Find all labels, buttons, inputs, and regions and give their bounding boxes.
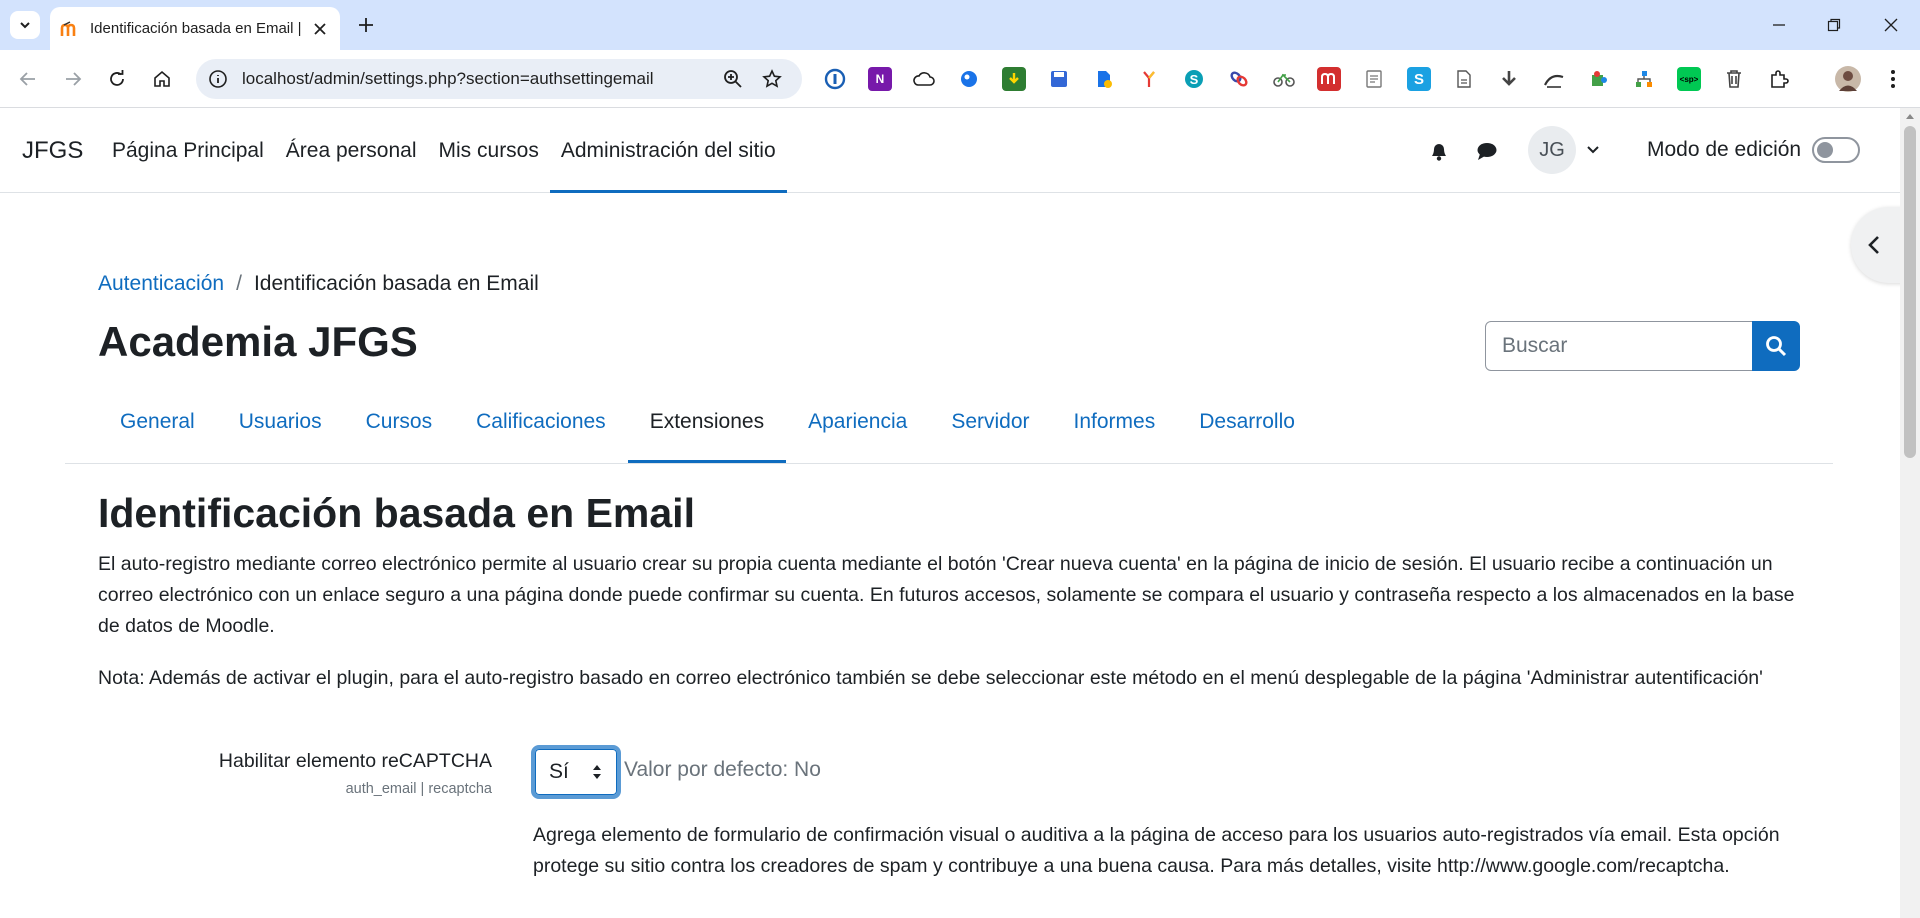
plugin-note: Nota: Además de activar el plugin, para …	[98, 667, 1763, 689]
nav-divider	[65, 463, 1833, 464]
profile-avatar-icon[interactable]	[1835, 66, 1861, 92]
minimize-icon[interactable]	[1764, 12, 1794, 38]
chevron-down-icon	[20, 22, 30, 29]
recaptcha-select[interactable]: Sí	[531, 745, 621, 799]
tab-general[interactable]: General	[98, 397, 217, 447]
reload-icon[interactable]	[103, 65, 131, 93]
reader-icon[interactable]	[1542, 67, 1566, 91]
breadcrumb-separator: /	[236, 272, 242, 295]
notes-icon[interactable]	[1362, 67, 1386, 91]
breadcrumb-link[interactable]: Autenticación	[98, 272, 224, 296]
back-icon[interactable]	[14, 65, 42, 93]
tab-server[interactable]: Servidor	[929, 397, 1051, 447]
onenote-icon[interactable]: N	[868, 67, 892, 91]
breadcrumb: Autenticación / Identificación basada en…	[98, 272, 539, 296]
nav-item-site-admin[interactable]: Administración del sitio	[549, 108, 787, 193]
select-arrows-icon	[593, 765, 601, 779]
chevron-left-icon	[1868, 236, 1879, 254]
s-square-icon[interactable]: S	[1407, 67, 1431, 91]
user-avatar[interactable]: JG	[1528, 126, 1576, 174]
breadcrumb-current: Identificación basada en Email	[253, 272, 539, 295]
search-button[interactable]	[1752, 321, 1800, 371]
edit-mode-toggle[interactable]	[1812, 137, 1860, 163]
edit-mode-label: Modo de edición	[1647, 138, 1802, 161]
home-icon[interactable]	[148, 65, 176, 93]
tab-users[interactable]: Usuarios	[217, 397, 344, 447]
link-icon[interactable]	[1227, 67, 1251, 91]
tab-title: Identificación basada en Email |	[90, 20, 302, 37]
mendeley-icon[interactable]	[1317, 67, 1341, 91]
tab-grades[interactable]: Calificaciones	[454, 397, 628, 447]
trash-icon[interactable]	[1722, 67, 1746, 91]
cloud-icon[interactable]	[912, 67, 936, 91]
messages-chat-icon[interactable]	[1474, 138, 1500, 164]
s-circle-icon[interactable]: S	[1182, 67, 1206, 91]
1password-icon[interactable]	[823, 67, 847, 91]
url-text[interactable]: localhost/admin/settings.php?section=aut…	[242, 69, 654, 89]
download-arrow-icon[interactable]	[1497, 67, 1521, 91]
moodle-favicon-icon	[60, 19, 80, 39]
page-heading: Identificación basada en Email	[98, 490, 695, 536]
site-info-icon[interactable]	[206, 67, 230, 91]
setting-default-value: Valor por defecto: No	[624, 758, 821, 781]
search-input[interactable]	[1486, 322, 1752, 370]
zoom-icon[interactable]	[721, 67, 745, 91]
new-tab-icon[interactable]	[353, 12, 379, 38]
download-green-icon[interactable]	[1002, 67, 1026, 91]
nav-item-my-courses[interactable]: Mis cursos	[428, 108, 550, 193]
branch-icon[interactable]	[1137, 67, 1161, 91]
scrollbar-thumb[interactable]	[1904, 126, 1916, 458]
browser-tab-bar: Identificación basada en Email |	[0, 0, 1920, 50]
select-value: Sí	[549, 760, 569, 783]
close-window-icon[interactable]	[1876, 12, 1906, 38]
tab-appearance[interactable]: Apariencia	[786, 397, 929, 447]
setting-title: Habilitar elemento reCAPTCHA	[218, 750, 492, 772]
puzzle-green-icon[interactable]	[1587, 67, 1611, 91]
address-bar[interactable]: localhost/admin/settings.php?section=aut…	[196, 59, 802, 99]
browser-toolbar: localhost/admin/settings.php?section=aut…	[0, 50, 1920, 108]
browser-menu-icon[interactable]	[1881, 67, 1905, 91]
site-navbar: JFGS Página Principal Área personal Mis …	[0, 108, 1900, 193]
admin-secondary-nav: General Usuarios Cursos Calificaciones E…	[98, 397, 1317, 463]
page-scrollbar[interactable]	[1900, 108, 1920, 918]
svg-text:S: S	[1190, 72, 1199, 87]
scroll-up-arrow-icon[interactable]	[1904, 112, 1916, 122]
save-icon[interactable]	[1047, 67, 1071, 91]
page-site-title: Academia JFGS	[98, 318, 418, 365]
primary-navigation: Página Principal Área personal Mis curso…	[101, 108, 787, 193]
tab-plugins[interactable]: Extensiones	[627, 397, 787, 463]
forward-icon[interactable]	[59, 65, 87, 93]
tab-search-button[interactable]	[10, 11, 40, 39]
tab-close-icon[interactable]	[310, 19, 330, 39]
chevron-down-icon[interactable]	[1583, 140, 1603, 160]
extensions-puzzle-icon[interactable]	[1767, 67, 1791, 91]
tab-development[interactable]: Desarrollo	[1177, 397, 1317, 447]
sp-icon[interactable]: <sp>	[1677, 67, 1701, 91]
plugin-description: El auto-registro mediante correo electró…	[98, 553, 1795, 637]
circle-blue-icon[interactable]	[957, 67, 981, 91]
bookmark-star-icon[interactable]	[760, 67, 784, 91]
tab-courses[interactable]: Cursos	[344, 397, 455, 447]
browser-tab[interactable]: Identificación basada en Email |	[50, 7, 340, 50]
bike-icon[interactable]	[1272, 67, 1296, 91]
nav-item-dashboard[interactable]: Área personal	[275, 108, 428, 193]
tree-icon[interactable]	[1632, 67, 1656, 91]
setting-description: Agrega elemento de formulario de confirm…	[533, 824, 1780, 877]
setting-key: auth_email | recaptcha	[345, 781, 492, 797]
admin-search-box	[1485, 321, 1753, 371]
restore-icon[interactable]	[1819, 12, 1849, 38]
nav-item-home[interactable]: Página Principal	[101, 108, 275, 193]
search-icon	[1766, 336, 1787, 357]
site-brand[interactable]: JFGS	[22, 137, 83, 165]
doc-extension-icon[interactable]	[1092, 67, 1116, 91]
notifications-bell-icon[interactable]	[1426, 138, 1452, 164]
tab-reports[interactable]: Informes	[1052, 397, 1178, 447]
pdf-icon[interactable]	[1452, 67, 1476, 91]
